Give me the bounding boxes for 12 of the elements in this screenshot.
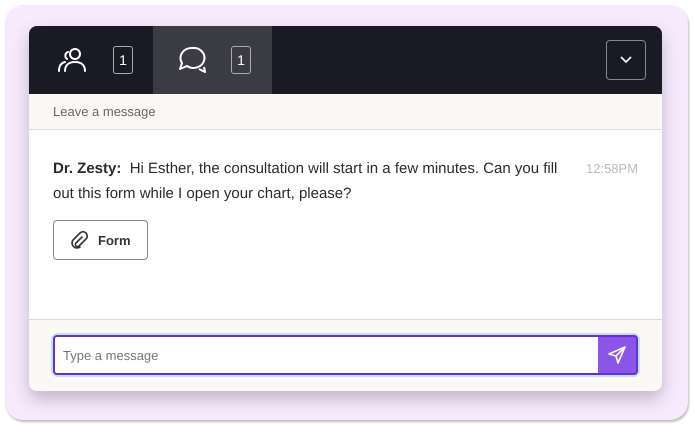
message-text: Dr. Zesty: Hi Esther, the consultation will start in a few minutes. Can you fill out this form while I open your chart, please?	[53, 159, 558, 204]
message-time: 12:58PM	[586, 160, 638, 178]
chevron-down-icon	[620, 56, 632, 64]
tab[interactable]: 1	[29, 26, 153, 94]
tab[interactable]: 1	[153, 26, 272, 94]
subheader-text: Leave a message	[53, 104, 156, 119]
count-badge: 1	[231, 46, 251, 74]
chat-icon	[177, 45, 209, 75]
collapse-button[interactable]	[606, 40, 646, 80]
paperclip-icon	[70, 231, 88, 249]
count-badge: 1	[113, 46, 133, 74]
form-button[interactable]: Form	[53, 220, 148, 260]
